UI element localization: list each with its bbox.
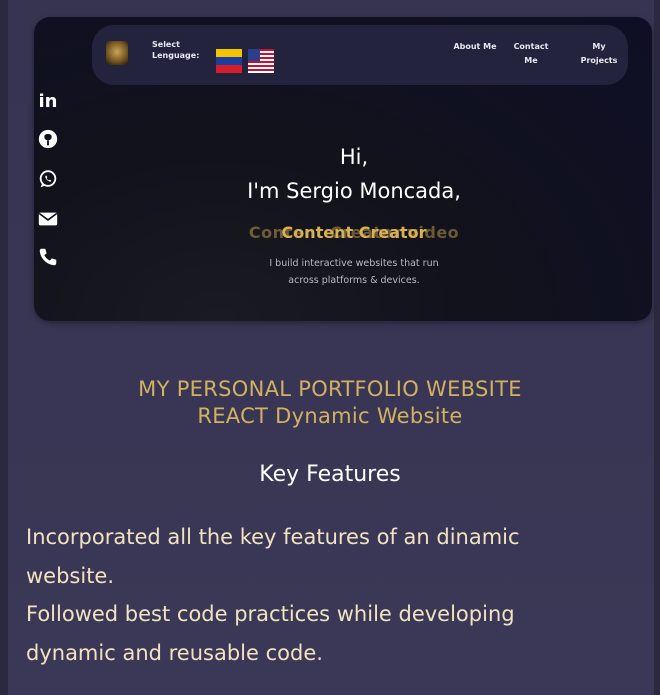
email-icon-svg [38, 212, 58, 226]
phone-icon-svg [39, 248, 57, 266]
github-icon[interactable] [36, 127, 60, 151]
feature-line-2: website. [26, 563, 115, 588]
logo[interactable] [106, 41, 128, 65]
feature-line-1: Incorporated all the key features of an … [26, 525, 520, 549]
navbar: Select Lenguage: About Me Contact Me My … [92, 25, 628, 85]
key-features-text: Incorporated all the key features of an … [26, 518, 636, 672]
hero-greeting: Hi, [339, 145, 369, 169]
nav-contact-me[interactable]: Contact Me [506, 40, 556, 68]
feature-line-4: dynamic and reusable code. [26, 640, 323, 665]
hero-role-primary: Content Creator [281, 223, 427, 242]
phone-icon[interactable] [36, 245, 60, 269]
feature-line-3: Followed best code practices while devel… [26, 602, 515, 626]
hero-tagline-line2: across platforms & devices. [288, 275, 420, 286]
github-icon-svg [38, 129, 58, 149]
linkedin-icon[interactable]: in [36, 89, 60, 113]
venezuela-flag-icon[interactable] [216, 49, 242, 73]
hero-role: Content Creator video Content Creator [194, 223, 514, 247]
whatsapp-icon[interactable] [36, 167, 60, 191]
hero-tagline: I build interactive websites that run ac… [204, 255, 504, 289]
us-flag-canton [248, 49, 260, 61]
linkedin-label: in [38, 90, 58, 112]
email-icon[interactable] [36, 207, 60, 231]
hero-name: I'm Sergio Moncada, [247, 179, 461, 203]
project-title-line2: REACT Dynamic Website [197, 404, 463, 428]
us-flag-icon[interactable] [248, 49, 274, 73]
language-label: Select Lenguage: [152, 40, 200, 60]
key-features-heading: Key Features [259, 462, 401, 487]
hero-tagline-line1: I build interactive websites that run [269, 258, 439, 269]
project-title-line1: MY PERSONAL PORTFOLIO WEBSITE [138, 377, 522, 401]
project-title: MY PERSONAL PORTFOLIO WEBSITE REACT Dyna… [40, 376, 620, 430]
nav-about-me[interactable]: About Me [450, 40, 500, 54]
whatsapp-icon-svg [39, 170, 57, 188]
project-preview-card: Select Lenguage: About Me Contact Me My … [34, 17, 652, 321]
nav-my-projects[interactable]: My Projects [574, 40, 624, 68]
page-edge-left [0, 0, 8, 695]
page-edge-right [654, 0, 660, 695]
